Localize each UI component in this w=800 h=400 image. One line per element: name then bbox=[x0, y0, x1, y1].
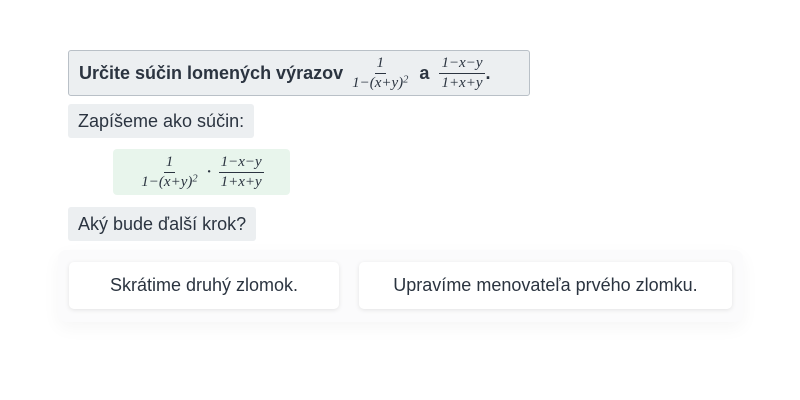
task-fraction-a: 1 1−(x+y)2 bbox=[350, 55, 410, 91]
task-prefix: Určite súčin lomených výrazov bbox=[79, 62, 344, 83]
multiplication-operator: · bbox=[206, 163, 212, 180]
task-fraction-b-denominator: 1+x+y bbox=[441, 74, 483, 91]
step-label: Zapíšeme ako súčin: bbox=[68, 104, 255, 138]
product-fraction-b: 1−x−y 1+x+y bbox=[218, 154, 264, 190]
task-statement: Určite súčin lomených výrazov 1 1−(x+y)2… bbox=[68, 50, 530, 96]
product-fraction-a: 1 1−(x+y)2 bbox=[139, 154, 199, 190]
task-connector: a bbox=[419, 62, 430, 83]
task-fraction-b-numerator: 1−x−y bbox=[439, 55, 485, 74]
option-button-adjust-first-denominator[interactable]: Upravíme menovateľa prvého zlomku. bbox=[359, 262, 732, 309]
product-expression: 1 1−(x+y)2 · 1−x−y 1+x+y bbox=[113, 149, 290, 195]
product-fraction-a-numerator: 1 bbox=[163, 154, 176, 173]
task-fraction-b: 1−x−y 1+x+y bbox=[439, 55, 485, 91]
task-suffix: . bbox=[485, 62, 491, 83]
task-fraction-a-numerator: 1 bbox=[374, 55, 387, 74]
option-button-shorten-second-fraction[interactable]: Skrátime druhý zlomok. bbox=[69, 262, 339, 309]
question-label: Aký bude ďalší krok? bbox=[68, 207, 257, 241]
task-fraction-a-denominator: 1−(x+y)2 bbox=[352, 73, 409, 91]
product-fraction-a-denominator: 1−(x+y)2 bbox=[141, 172, 198, 190]
product-fraction-b-numerator: 1−x−y bbox=[218, 154, 264, 173]
product-fraction-b-denominator: 1+x+y bbox=[220, 173, 262, 190]
